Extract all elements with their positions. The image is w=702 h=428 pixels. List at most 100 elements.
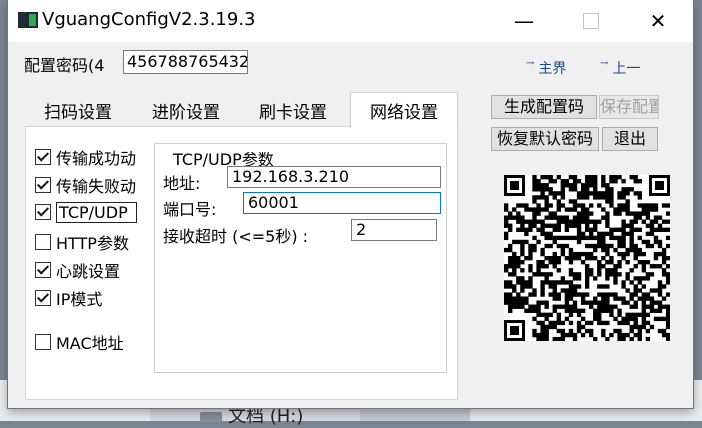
qr-module: [653, 308, 659, 313]
qr-module: [568, 175, 574, 180]
qr-module: [589, 231, 594, 237]
qr-module: [524, 284, 529, 289]
qr-module: [548, 280, 553, 285]
qr-module: [532, 187, 537, 192]
title-bar[interactable]: VguangConfigV2.3.19.3 — ✕: [8, 0, 693, 42]
previous-page-link[interactable]: → 上一: [600, 58, 640, 78]
address-input[interactable]: 192.168.3.210: [227, 166, 441, 188]
qr-module: [657, 227, 663, 232]
qr-module: [621, 243, 626, 249]
tab-scan-settings[interactable]: 扫码设置: [28, 94, 128, 126]
qr-module: [633, 247, 638, 253]
qr-module: [629, 336, 634, 341]
qr-module: [580, 187, 586, 192]
save-config-button[interactable]: 保存配置: [599, 95, 659, 119]
tab-card-settings[interactable]: 刷卡设置: [245, 94, 341, 126]
app-window: VguangConfigV2.3.19.3 — ✕ 配置密码(4 4567887…: [8, 0, 693, 408]
qr-module: [653, 316, 659, 322]
qr-module: [621, 235, 626, 241]
qr-module: [540, 191, 545, 196]
qr-module: [665, 227, 670, 232]
qr-module: [576, 251, 582, 257]
qr-module: [589, 191, 594, 196]
qr-module: [665, 304, 670, 309]
option-transfer-fail[interactable]: 传输失败动: [35, 173, 142, 197]
qr-module: [560, 219, 566, 224]
exit-button[interactable]: 退出: [602, 127, 658, 151]
tab-advanced-settings[interactable]: 进阶设置: [138, 94, 234, 126]
qr-module: [589, 320, 594, 326]
main-page-label: 主界: [538, 61, 567, 77]
qr-module: [536, 203, 541, 208]
qr-module: [597, 320, 602, 326]
maximize-button[interactable]: [568, 0, 614, 42]
qr-module: [661, 255, 667, 261]
qr-module: [552, 239, 557, 245]
qr-module: [508, 264, 513, 269]
qr-module: [609, 243, 614, 249]
qr-module: [556, 336, 561, 341]
qr-module: [625, 207, 630, 212]
restore-default-password-button[interactable]: 恢复默认密码: [491, 127, 599, 151]
option-ip-mode[interactable]: IP模式: [35, 286, 150, 310]
qr-module: [661, 251, 667, 257]
qr-module: [548, 260, 553, 265]
qr-module: [512, 215, 517, 220]
qr-module: [568, 247, 574, 253]
qr-module: [665, 336, 670, 341]
qr-module: [661, 203, 667, 208]
qr-module: [572, 203, 578, 208]
password-input[interactable]: 4567887654321: [123, 50, 248, 74]
qr-module: [520, 251, 525, 257]
qr-module: [548, 292, 553, 297]
qr-module: [532, 243, 537, 249]
qr-module: [601, 304, 606, 309]
qr-module: [568, 308, 574, 313]
qr-module: [609, 260, 614, 265]
qr-module: [504, 284, 509, 289]
qr-module: [601, 332, 606, 338]
qr-module: [544, 231, 549, 237]
qr-module: [520, 296, 525, 301]
qr-module: [524, 280, 529, 285]
option-mac-address[interactable]: MAC地址: [35, 330, 150, 354]
qr-module: [645, 243, 651, 249]
qr-module: [597, 300, 602, 305]
qr-module: [629, 296, 634, 301]
qr-module: [633, 312, 638, 318]
option-tcp-udp[interactable]: TCP/UDP: [35, 200, 140, 224]
qr-module: [661, 247, 667, 253]
qr-module: [633, 300, 638, 305]
qr-module: [504, 235, 509, 241]
option-heartbeat[interactable]: 心跳设置: [35, 258, 150, 282]
qr-module: [552, 227, 557, 232]
qr-module: [605, 260, 610, 265]
main-page-link[interactable]: → 主界: [526, 58, 566, 78]
qr-module: [589, 235, 594, 241]
option-http-params[interactable]: HTTP参数: [35, 230, 150, 254]
qr-module: [504, 207, 509, 212]
qr-module: [589, 272, 594, 277]
minimize-button[interactable]: —: [501, 0, 547, 42]
option-transfer-success[interactable]: 传输成功动: [35, 145, 142, 169]
timeout-input[interactable]: 2: [351, 219, 437, 241]
qr-module: [629, 243, 634, 249]
qr-module: [548, 187, 553, 192]
qr-module: [609, 175, 614, 180]
qr-module: [576, 211, 582, 216]
generate-config-button[interactable]: 生成配置码: [491, 95, 597, 119]
qr-module: [609, 203, 614, 208]
qr-module: [548, 312, 553, 318]
qr-module: [564, 223, 570, 228]
qr-module: [605, 300, 610, 305]
tab-network-settings[interactable]: 网络设置: [350, 92, 458, 128]
qr-module: [536, 260, 541, 265]
qr-module: [528, 280, 533, 285]
qr-module: [645, 292, 651, 297]
qr-module: [601, 328, 606, 334]
port-input[interactable]: 60001: [243, 192, 441, 214]
qr-module: [576, 231, 582, 237]
close-button[interactable]: ✕: [635, 0, 681, 42]
qr-module: [580, 296, 586, 301]
qr-module: [516, 215, 521, 220]
